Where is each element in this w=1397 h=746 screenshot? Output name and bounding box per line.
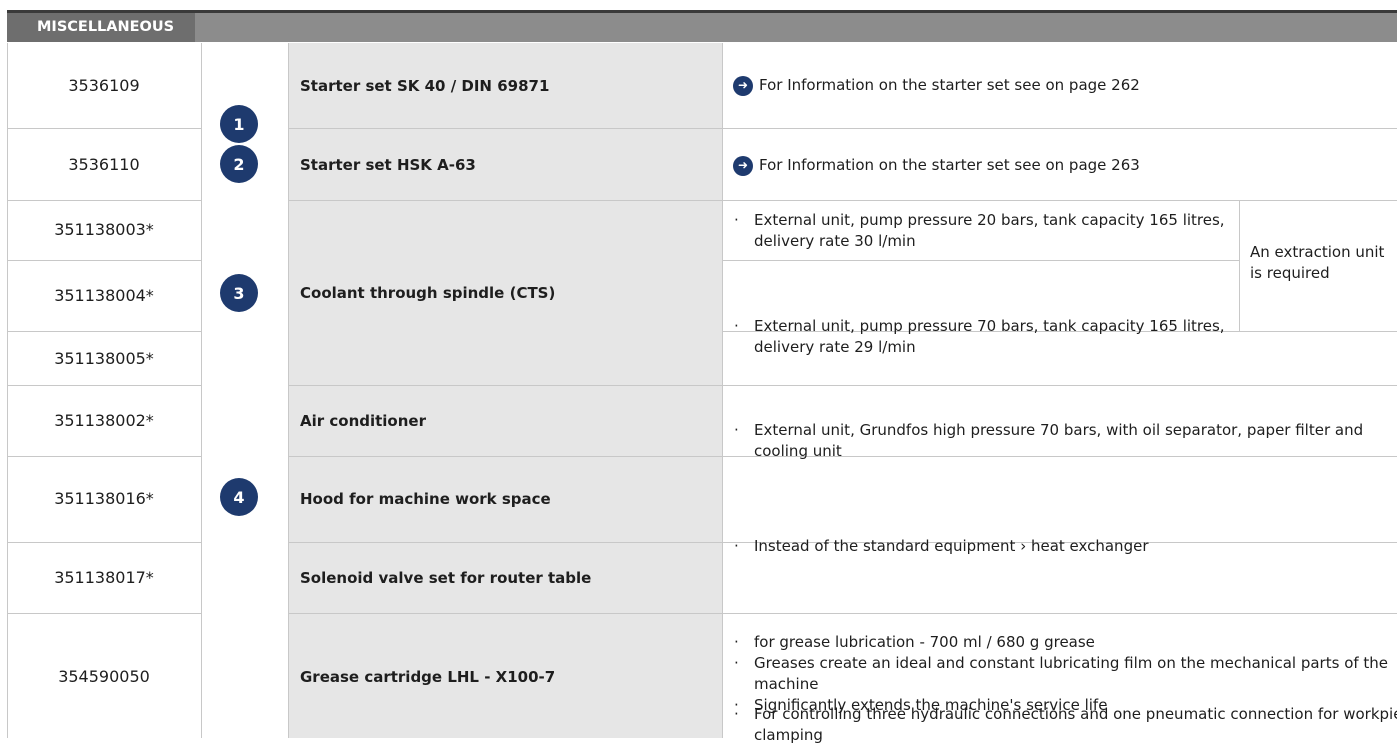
article-number: 351138005* — [54, 349, 154, 368]
item-badge: 3 — [220, 274, 258, 312]
row-line — [288, 613, 1397, 614]
article-number: 3536110 — [68, 155, 140, 174]
description-text: External unit, pump pressure 70 bars, ta… — [754, 317, 1225, 356]
list-item-text: Greases create an ideal and constant lub… — [754, 654, 1389, 693]
item-description: · External unit, pump pressure 20 bars, … — [728, 210, 1254, 252]
info-text: For Information on the starter set see o… — [759, 76, 1140, 94]
article-number: 351138004* — [54, 286, 154, 305]
item-name: Starter set HSK A-63 — [300, 156, 476, 174]
row-line — [288, 385, 1397, 386]
grid-line — [201, 43, 202, 738]
item-description: · External unit, pump pressure 70 bars, … — [728, 316, 1254, 358]
list-item: · Significantly extends the machine's se… — [728, 695, 1396, 716]
row-line — [7, 128, 201, 129]
description-text: External unit, pump pressure 20 bars, ta… — [754, 211, 1225, 250]
item-description: · External unit, Grundfos high pressure … — [728, 420, 1397, 462]
grid-line — [722, 43, 723, 738]
row-line — [7, 260, 201, 261]
list-item: · for grease lubrication - 700 ml / 680 … — [728, 632, 1396, 653]
item-name: Grease cartridge LHL - X100-7 — [300, 668, 556, 686]
item-name: Solenoid valve set for router table — [300, 569, 592, 587]
item-description: · Instead of the standard equipment › he… — [728, 536, 1397, 557]
bullet-dot: · — [734, 654, 739, 672]
item-name: Coolant through spindle (CTS) — [300, 284, 556, 302]
grid-line — [7, 43, 8, 738]
item-name: Air conditioner — [300, 412, 426, 430]
row-line — [7, 385, 201, 386]
item-bullet-list: · for grease lubrication - 700 ml / 680 … — [728, 632, 1396, 716]
bullet-dot: · — [734, 421, 739, 439]
article-number: 351138002* — [54, 411, 154, 430]
row-line — [7, 456, 201, 457]
row-line — [722, 260, 1239, 261]
info-link[interactable]: ➜ For Information on the starter set see… — [733, 155, 1140, 176]
row-line — [7, 200, 201, 201]
row-line — [7, 542, 201, 543]
article-number: 3536109 — [68, 76, 140, 95]
bullet-dot: · — [734, 696, 739, 714]
info-text: For Information on the starter set see o… — [759, 156, 1140, 174]
row-line — [288, 200, 1397, 201]
arrow-right-circle-icon: ➜ — [733, 155, 753, 176]
row-line — [288, 128, 1397, 129]
article-number: 351138016* — [54, 489, 154, 508]
list-item-text: for grease lubrication - 700 ml / 680 g … — [754, 633, 1095, 651]
description-text: Instead of the standard equipment › heat… — [754, 537, 1149, 555]
bullet-dot: · — [734, 211, 739, 229]
row-line — [7, 331, 201, 332]
article-number: 351138017* — [54, 568, 154, 587]
item-badge: 2 — [220, 145, 258, 183]
arrow-right-circle-icon: ➜ — [733, 75, 753, 96]
item-badge: 4 — [220, 478, 258, 516]
article-number: 351138003* — [54, 220, 154, 239]
bullet-dot: · — [734, 537, 739, 555]
grid-line — [288, 43, 289, 738]
section-title: MISCELLANEOUS — [7, 13, 195, 42]
info-link[interactable]: ➜ For Information on the starter set see… — [733, 75, 1140, 96]
article-number: 354590050 — [58, 667, 150, 686]
bullet-dot: · — [734, 633, 739, 651]
miscellaneous-table: MISCELLANEOUS 3536109 3536110 351138003*… — [0, 0, 1397, 744]
bullet-dot: · — [734, 317, 739, 335]
item-name: Starter set SK 40 / DIN 69871 — [300, 77, 550, 95]
row-line — [7, 613, 201, 614]
item-badge: 1 — [220, 105, 258, 143]
list-item: · Greases create an ideal and constant l… — [728, 653, 1396, 695]
header-bar — [7, 13, 1397, 42]
item-name: Hood for machine work space — [300, 490, 551, 508]
extraction-note: An extraction unit is required — [1250, 243, 1385, 282]
description-text: External unit, Grundfos high pressure 70… — [754, 421, 1364, 460]
list-item-text: Significantly extends the machine's serv… — [754, 696, 1108, 714]
